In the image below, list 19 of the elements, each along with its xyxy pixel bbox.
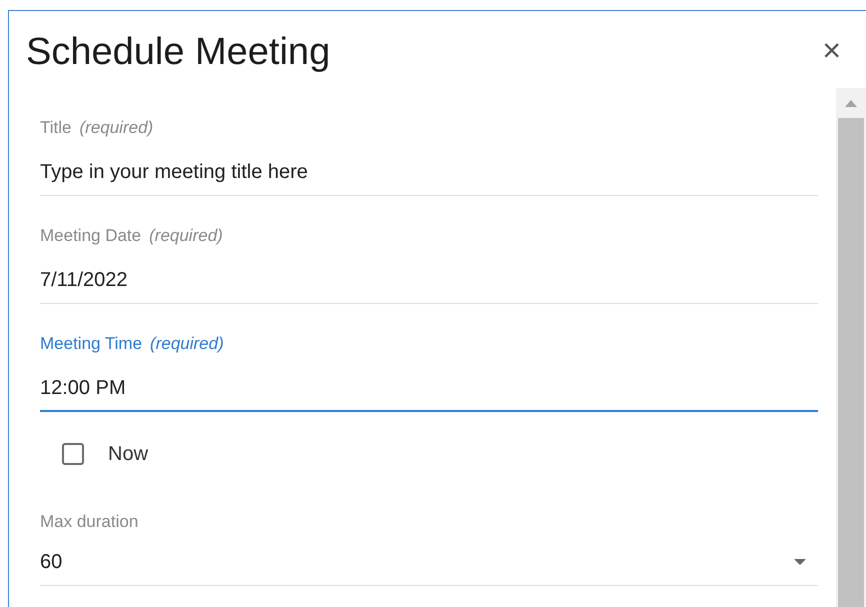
dropdown-field[interactable]: 60 — [40, 550, 818, 586]
input-field[interactable]: Type in your meeting title here — [40, 160, 818, 196]
field-label: Meeting Time — [40, 334, 142, 354]
dialog-title: Schedule Meeting — [26, 30, 330, 74]
scrollbar-thumb[interactable] — [838, 118, 864, 607]
required-note: (required) — [150, 334, 224, 354]
required-note: (required) — [80, 118, 154, 138]
field-label: Title — [40, 118, 72, 138]
required-note: (required) — [149, 226, 223, 246]
field-label: Max duration — [40, 512, 138, 532]
input-field[interactable]: 12:00 PM — [40, 376, 818, 412]
close-button[interactable]: × — [810, 34, 853, 66]
caret-icon — [794, 559, 806, 565]
checkbox[interactable] — [62, 443, 84, 465]
scrollbar[interactable] — [836, 88, 866, 607]
field-label: Meeting Date — [40, 226, 142, 246]
checkbox-label: Now — [108, 442, 148, 466]
input-field[interactable]: 7/11/2022 — [40, 268, 818, 304]
scroll-up-icon[interactable] — [845, 100, 857, 106]
